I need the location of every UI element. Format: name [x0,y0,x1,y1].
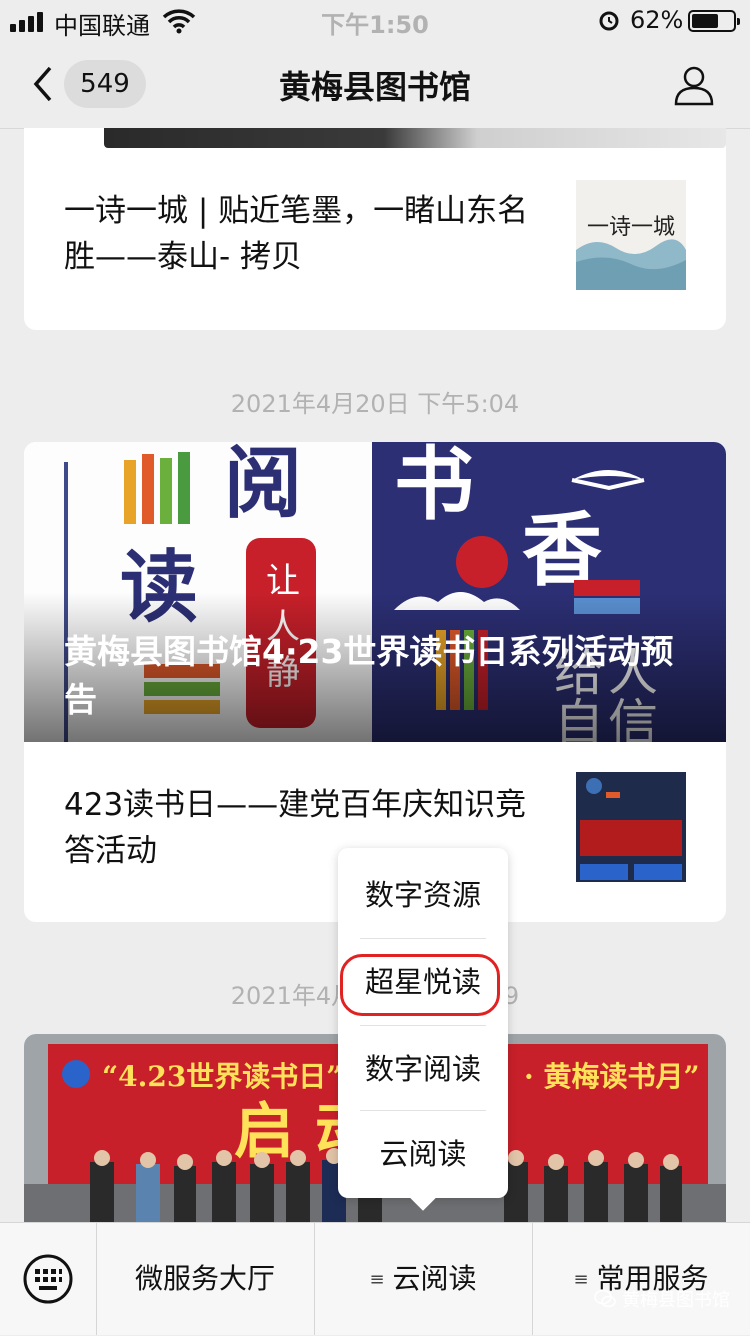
watermark-text: 黄梅县图书馆 [622,1290,730,1311]
article-card[interactable]: 一诗一城 | 贴近笔墨，一睹山东名胜——泰山- 拷贝 一诗一城 [24,128,726,330]
status-bar: 中国联通 下午1:50 62% [0,0,750,40]
banner-text: “4.23世界读书日” [102,1060,342,1093]
keyboard-toggle[interactable] [0,1223,97,1335]
menu-common-services[interactable]: ≡ 常用服务 [532,1223,750,1335]
article-title[interactable]: 一诗一城 | 贴近笔墨，一睹山东名胜——泰山- 拷贝 [64,188,534,280]
submenu-icon: ≡ [573,1269,589,1290]
message-timestamp: 2021年4月20日 下午5:04 [230,390,520,418]
menu-label: 微服务大厅 [134,1262,275,1295]
submenu-item-digital-reading[interactable]: 数字阅读 [338,1026,508,1112]
banner-image[interactable]: 阅 读 让 人 静 书 香 给 人 自 信 [24,442,726,742]
watermark: 黄梅县图书馆 [594,1286,730,1312]
article-thumbnail[interactable]: 一诗一城 [576,180,686,290]
submenu-item-digital-resources[interactable]: 数字资源 [338,852,508,938]
menu-label: 云阅读 [392,1262,477,1295]
banner-title[interactable]: 黄梅县图书馆4·23世界读书日系列活动预告 [64,628,704,724]
submenu-icon: ≡ [369,1269,385,1290]
alarm-icon [599,11,619,31]
menu-micro-service-hall[interactable]: 微服务大厅 [96,1223,315,1335]
highlight-annotation-circle [340,954,500,1016]
keyboard-icon [23,1254,73,1304]
profile-icon[interactable] [672,62,716,106]
banner-image-fragment [104,128,726,148]
thumb-text: 一诗一城 [587,215,675,240]
menu-cloud-reading[interactable]: ≡ 云阅读 [314,1223,533,1335]
banner-char: 阅 [224,442,302,529]
banner-text: · 黄梅读书月” [524,1060,700,1093]
battery-icon [688,10,740,32]
battery-percent: 62% [630,6,684,34]
nav-bar: 549 黄梅县图书馆 [0,40,750,129]
sub-menu-popup: 数字资源 超星悦读 数字阅读 云阅读 [338,848,508,1211]
bottom-menu-bar: 微服务大厅 ≡ 云阅读 ≡ 常用服务 [0,1222,750,1335]
page-title: 黄梅县图书馆 [278,68,471,106]
article-thumbnail[interactable] [576,772,686,882]
submenu-item-cloud-reading[interactable]: 云阅读 [338,1111,508,1197]
banner-char: 书 [394,442,474,531]
wechat-logo-icon [594,1289,616,1308]
